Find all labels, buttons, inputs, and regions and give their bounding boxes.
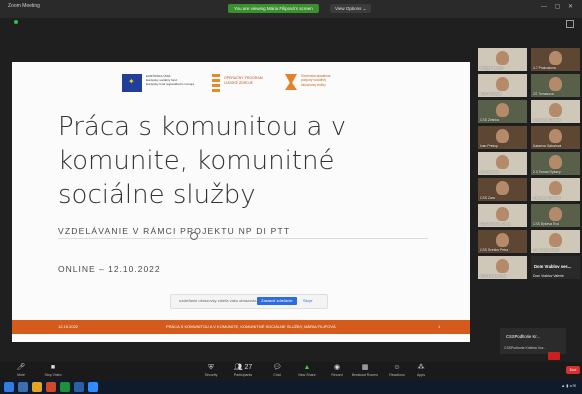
hide-notice-link[interactable]: Skryť bbox=[303, 298, 313, 303]
breakout-rooms-icon: ▦ bbox=[361, 364, 369, 371]
participant-tile[interactable]: Bridget Ivanová bbox=[478, 48, 527, 71]
title-bar: Zoom Meeting You are viewing Mária Filip… bbox=[0, 0, 582, 18]
participant-tile[interactable]: Ivan Prekop bbox=[478, 126, 527, 149]
share-screen-icon: ▲ bbox=[303, 364, 311, 371]
participant-tile[interactable]: 4.7 Prakrokova bbox=[531, 48, 580, 71]
eu-logo-text: EURÓPSKA ÚNIA Európsky sociálny fond Eur… bbox=[146, 74, 194, 86]
agency-logo-text: Slovenská akadémia podpory sociálnej ink… bbox=[301, 74, 331, 87]
slide-date: ONLINE – 12.10.2022 bbox=[58, 264, 161, 274]
view-options-button[interactable]: View Options ⌄ bbox=[330, 4, 372, 13]
participant-tile[interactable]: CSS Byševa Eva bbox=[531, 204, 580, 227]
new-share-button[interactable]: ▲ New Share bbox=[292, 364, 322, 377]
recording-indicator bbox=[548, 352, 560, 360]
participants-icon: 👥︎ 27 bbox=[233, 364, 253, 371]
gallery-view-icon[interactable] bbox=[566, 20, 574, 28]
participant-tile[interactable]: 3 Bozena Chorvat bbox=[531, 178, 580, 201]
participant-video bbox=[496, 259, 509, 273]
footer-text: PRÁCA S KOMUNITOU A V KOMUNITE, KOMUNITN… bbox=[166, 324, 336, 329]
agency-logo-icon bbox=[285, 74, 297, 90]
subtitle-divider bbox=[58, 238, 428, 239]
participant-tile[interactable]: CSS Zara bbox=[478, 178, 527, 201]
record-button[interactable]: ◉ Record bbox=[322, 364, 352, 377]
security-button[interactable]: ⛨ Security bbox=[196, 364, 226, 377]
participant-video bbox=[549, 233, 562, 247]
participant-video bbox=[549, 155, 562, 169]
participant-video bbox=[496, 207, 509, 221]
apps-icon: ⁂ bbox=[417, 364, 425, 371]
chat-button[interactable]: 💬︎ Chat bbox=[262, 364, 292, 377]
participant-video bbox=[496, 77, 509, 91]
taskbar-app-icon[interactable] bbox=[60, 382, 70, 392]
cursor-icon bbox=[190, 232, 198, 240]
screen-share-banner: You are viewing Mária Filipová's screen bbox=[228, 4, 319, 13]
participant-tile[interactable]: CSS Svetlov Petra bbox=[478, 230, 527, 253]
participant-gallery: Bridget Ivanová 4.7 Prakrokova CSS Podho… bbox=[478, 48, 582, 318]
participant-tile[interactable]: 2.0 Tomas Ryšavý bbox=[531, 152, 580, 175]
participant-video bbox=[549, 129, 562, 143]
apps-button[interactable]: ⁂ Apps bbox=[406, 364, 436, 377]
stop-sharing-button[interactable]: Zastaviť zdieľanie bbox=[257, 297, 297, 305]
shared-slide: EURÓPSKA ÚNIA Európsky sociálny fond Eur… bbox=[12, 62, 470, 342]
participant-tile[interactable]: 2.0 Tomas Marek bbox=[531, 230, 580, 253]
slide-footer: 12.10.2022 PRÁCA S KOMUNITOU A V KOMUNIT… bbox=[12, 320, 470, 334]
zoom-taskbar-icon[interactable] bbox=[88, 382, 98, 392]
taskbar-app-icon[interactable] bbox=[18, 382, 28, 392]
chat-icon: 💬︎ bbox=[272, 364, 282, 371]
participant-tile[interactable]: CSS Zelinka bbox=[478, 100, 527, 123]
participant-video bbox=[549, 51, 562, 65]
start-icon[interactable] bbox=[4, 382, 14, 392]
op-logo-icon bbox=[212, 74, 220, 92]
op-logo-text: OPERAČNÝ PROGRAM ĽUDSKÉ ZDROJE bbox=[224, 76, 263, 85]
participant-video bbox=[549, 103, 562, 117]
participant-tile-featured[interactable]: Dom Vrablov ses... Dom Vrablov Valerie bbox=[531, 256, 580, 279]
taskbar-app-icon[interactable] bbox=[46, 382, 56, 392]
footer-date: 12.10.2022 bbox=[58, 324, 79, 329]
participant-tile[interactable]: Katarína Gabalová bbox=[531, 126, 580, 149]
record-icon: ◉ bbox=[333, 364, 341, 371]
folder-icon[interactable] bbox=[32, 382, 42, 392]
system-tray: ▲ ▮ ◂ ✉ bbox=[561, 383, 576, 388]
participant-video bbox=[496, 181, 509, 195]
participant-video bbox=[496, 51, 509, 65]
participant-video bbox=[496, 155, 509, 169]
shield-icon: ⛨ bbox=[208, 364, 214, 371]
os-taskbar: ▲ ▮ ◂ ✉ bbox=[0, 380, 582, 394]
participant-video bbox=[496, 233, 509, 247]
participants-button[interactable]: 👥︎ 27 Participants bbox=[228, 364, 258, 377]
participant-tile[interactable]: CSS Podhorie bbox=[478, 74, 527, 97]
stop-video-button[interactable]: ■ Stop Video bbox=[38, 364, 68, 377]
zoom-window: Zoom Meeting You are viewing Mária Filip… bbox=[0, 0, 582, 394]
participant-video bbox=[549, 181, 562, 195]
breakout-rooms-button[interactable]: ▦ Breakout Rooms bbox=[350, 364, 380, 377]
meeting-controls: 🎤︎ Mute ■ Stop Video ⛨ Security 👥︎ 27 Partic… bbox=[0, 362, 582, 380]
screen-share-notice: uzdieľanie obrazovky zdieľa vašu obrazov… bbox=[170, 294, 328, 309]
participant-tile[interactable]: ZS Tomasova bbox=[531, 74, 580, 97]
participant-tile[interactable]: ZS Hrabova bbox=[478, 152, 527, 175]
microphone-icon: 🎤︎ bbox=[16, 364, 26, 371]
participant-video bbox=[496, 103, 509, 117]
participant-video bbox=[549, 77, 562, 91]
participant-tile[interactable]: CSS Podhorie Petra bbox=[478, 204, 527, 227]
slide-subtitle: VZDELÁVANIE V RÁMCI PROJEKTU NP DI PTT bbox=[58, 226, 291, 236]
project-logos: EURÓPSKA ÚNIA Európsky sociálny fond Eur… bbox=[122, 72, 352, 98]
end-meeting-button[interactable]: End bbox=[566, 366, 580, 374]
video-camera-icon: ■ bbox=[50, 364, 56, 371]
window-title: Zoom Meeting bbox=[8, 3, 40, 9]
taskbar-app-icon[interactable] bbox=[74, 382, 84, 392]
eu-flag-icon bbox=[122, 74, 142, 92]
participant-video bbox=[496, 129, 509, 143]
participant-tile[interactable]: Kovačová Zuzana bbox=[531, 100, 580, 123]
slide-number: 1 bbox=[438, 324, 441, 329]
participant-tile[interactable]: CSS Modra Zuza bbox=[478, 256, 527, 279]
participant-video bbox=[549, 207, 562, 221]
share-notice-text: uzdieľanie obrazovky zdieľa vašu obrazov… bbox=[179, 298, 259, 303]
participant-tile-no-video[interactable]: CSSPodhorie Kr... CSSPodhorie Kristina V… bbox=[500, 328, 566, 354]
window-controls[interactable]: — ▢ ✕ bbox=[541, 3, 576, 10]
mute-button[interactable]: 🎤︎ Mute bbox=[6, 364, 36, 377]
slide-title: Práca s komunitou a v komunite, komunitn… bbox=[58, 112, 347, 210]
connection-status-icon bbox=[14, 20, 18, 24]
